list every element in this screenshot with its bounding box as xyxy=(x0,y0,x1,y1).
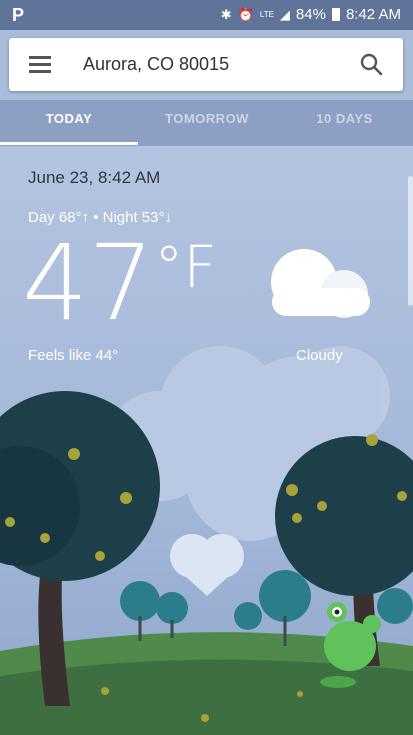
tab-today[interactable]: TODAY xyxy=(0,100,138,146)
status-bar: P ✱ ⏰ LTE ◢ 84% 8:42 AM xyxy=(0,0,413,30)
left-tree-trunk xyxy=(38,576,70,706)
status-icons: ✱ ⏰ LTE ◢ 84% 8:42 AM xyxy=(221,6,401,23)
app-icon: P xyxy=(12,5,25,25)
search-bar[interactable]: Aurora, CO 80015 xyxy=(9,38,403,91)
menu-icon[interactable] xyxy=(29,54,51,74)
status-time: 8:42 AM xyxy=(345,6,401,23)
alarm-icon: ⏰ xyxy=(237,6,254,22)
tab-bar: TODAY TOMORROW 10 DAYS xyxy=(0,100,413,146)
signal-icon: ◢ xyxy=(279,6,290,22)
battery-percent: 84% xyxy=(295,6,326,23)
location-text[interactable]: Aurora, CO 80015 xyxy=(83,54,229,75)
condition-text: Cloudy xyxy=(296,347,343,364)
current-temperature: 47°F xyxy=(22,226,217,340)
tab-indicator xyxy=(0,142,138,145)
bluetooth-icon: ✱ xyxy=(220,6,232,22)
search-icon[interactable] xyxy=(359,52,383,76)
tab-tomorrow[interactable]: TOMORROW xyxy=(138,100,276,146)
cloud-icon xyxy=(271,249,370,318)
temperature-unit: °F xyxy=(154,233,217,301)
heart-cloud xyxy=(170,534,244,596)
tab-10-days[interactable]: 10 DAYS xyxy=(276,100,413,146)
feels-like: Feels like 44° xyxy=(28,347,119,364)
lte-label: LTE xyxy=(259,10,274,19)
date-time: June 23, 8:42 AM xyxy=(28,168,161,187)
scrollbar[interactable] xyxy=(408,176,413,306)
battery-icon xyxy=(331,8,340,21)
temperature-value: 47 xyxy=(22,222,155,344)
